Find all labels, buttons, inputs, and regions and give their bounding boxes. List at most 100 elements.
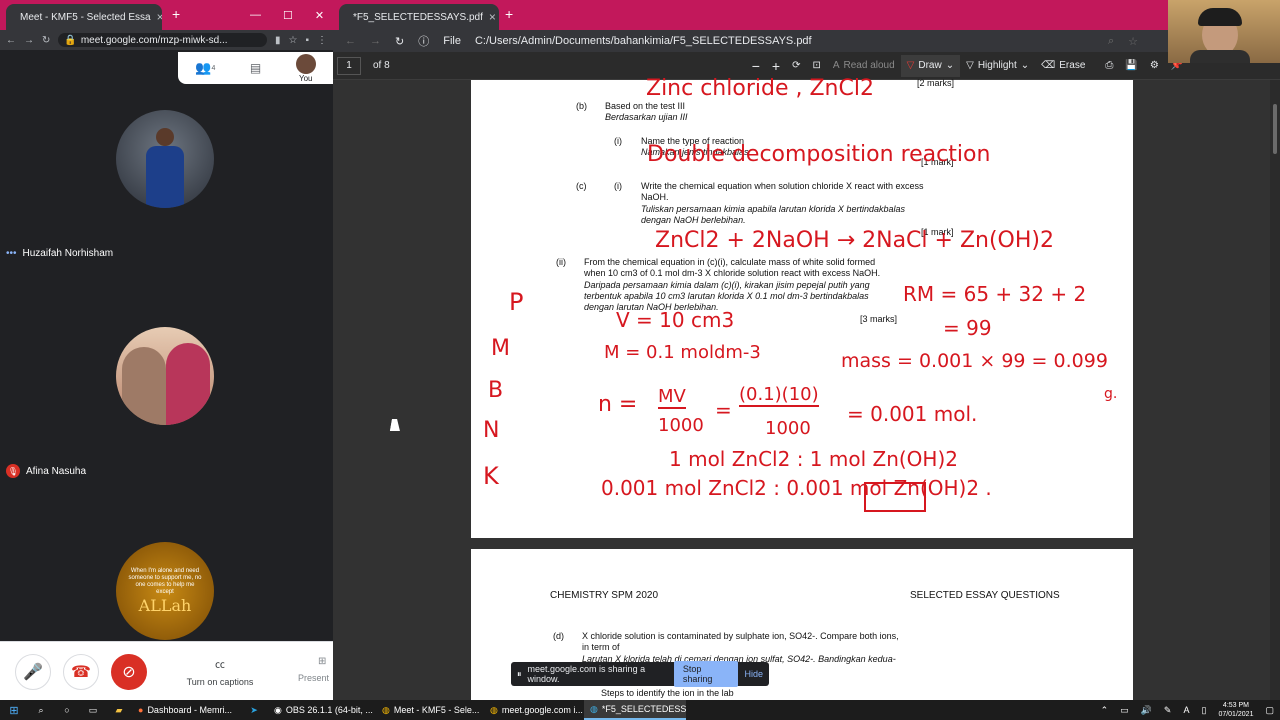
self-view[interactable]: You xyxy=(295,53,316,83)
highlight-label: Highlight xyxy=(977,60,1017,71)
ink-fraction-num: (0.1)(10) xyxy=(739,384,819,407)
highlight-icon: ▽ xyxy=(966,60,974,71)
meet-tab[interactable]: Meet - KMF5 - Selected Essa × xyxy=(6,4,162,30)
lock-icon: 🔒 xyxy=(64,34,77,46)
hangup-icon: ☎ xyxy=(71,664,91,681)
reload-icon[interactable]: ↻ xyxy=(42,35,50,46)
ink-rm: RM = 65 + 32 + 2 xyxy=(903,282,1087,306)
print-icon[interactable]: ⎙ xyxy=(1099,60,1119,71)
ink-fraction-den: 1000 xyxy=(765,418,811,439)
pdf-tab[interactable]: *F5_SELECTEDESSAYS.pdf × xyxy=(339,4,499,30)
captions-button[interactable]: ㏄ Turn on captions xyxy=(180,656,260,687)
forward-icon[interactable]: → xyxy=(370,35,381,47)
taskbar-app[interactable]: ● Dashboard - Memri... xyxy=(132,700,240,720)
file-path[interactable]: C:/Users/Admin/Documents/bahankimia/F5_S… xyxy=(475,35,812,47)
menu-icon[interactable]: ⋮ xyxy=(317,35,327,46)
forward-icon[interactable]: → xyxy=(24,35,34,46)
hide-button[interactable]: Hide xyxy=(744,669,763,679)
ink-molarity: M = 0.1 moldm-3 xyxy=(604,342,761,363)
reload-icon[interactable]: ↻ xyxy=(395,35,404,48)
draw-button[interactable]: ▽ Draw ⌄ xyxy=(900,54,961,77)
sharing-text: meet.google.com is sharing a window. xyxy=(527,664,646,684)
rotate-button[interactable]: ⟳ xyxy=(786,60,806,71)
close-window-icon[interactable]: ✕ xyxy=(315,9,324,22)
search-icon[interactable]: ⌕ xyxy=(28,700,54,720)
question-text-ms: Berdasarkan ujian III xyxy=(605,112,688,122)
zoom-in-button[interactable]: + xyxy=(766,58,786,74)
notification-icon[interactable]: ▢ xyxy=(1259,700,1280,720)
question-text: Based on the test III xyxy=(605,101,686,111)
taskbar-app[interactable]: ◍*F5_SELECTEDESSA... xyxy=(584,700,686,720)
mic-icon: 🎤 xyxy=(23,664,43,681)
meet-top-bar: 👥 4 ▤ You xyxy=(178,52,333,84)
camera-icon[interactable]: ▮ xyxy=(275,35,281,46)
present-button[interactable]: ⊞ Present xyxy=(298,656,333,683)
cortana-icon[interactable]: ○ xyxy=(54,700,80,720)
taskbar-app[interactable]: ◍ meet.google.com i... xyxy=(484,700,584,720)
network-icon[interactable]: ▭ xyxy=(1114,700,1135,720)
favorite-icon[interactable]: ☆ xyxy=(1128,35,1138,48)
start-button[interactable]: ⊞ xyxy=(0,700,28,720)
pen-icon[interactable]: ✎ xyxy=(1158,700,1178,720)
participant-label: ••• Huzaifah Norhisham xyxy=(6,248,113,259)
read-aloud-button[interactable]: A Read aloud xyxy=(827,60,901,71)
url-field[interactable]: 🔒 meet.google.com/mzp-miwk-sd... xyxy=(58,33,267,47)
participant-avatar xyxy=(116,110,214,208)
question-text: X chloride solution is contaminated by s… xyxy=(582,631,899,641)
page-total: of 8 xyxy=(373,60,390,71)
zoom-icon[interactable]: ⌕ xyxy=(1108,35,1114,48)
page-number-input[interactable]: 1 xyxy=(337,56,361,75)
people-button[interactable]: 👥 4 xyxy=(195,60,215,76)
save-icon[interactable]: 💾 xyxy=(1119,60,1143,71)
draw-label: Draw xyxy=(918,60,942,71)
new-tab-button[interactable]: + xyxy=(172,6,180,22)
clock[interactable]: 4:53 PM 07/01/2021 xyxy=(1212,700,1259,720)
ink-ratio: 1 mol ZnCl2 : 1 mol Zn(OH)2 xyxy=(669,447,958,471)
mic-button[interactable]: 🎤 xyxy=(15,654,51,690)
meet-address-bar: ← → ↻ 🔒 meet.google.com/mzp-miwk-sd... ▮… xyxy=(0,30,333,50)
back-icon[interactable]: ← xyxy=(345,35,356,47)
ink-fraction-num: MV xyxy=(658,386,686,409)
star-icon[interactable]: ☆ xyxy=(288,35,297,46)
webcam-overlay xyxy=(1168,0,1280,63)
fit-page-button[interactable]: ⊡ xyxy=(806,60,826,71)
camera-off-button[interactable]: ⊘ xyxy=(111,654,147,690)
zoom-out-button[interactable]: − xyxy=(746,58,766,74)
ink-equation: ZnCl2 + 2NaOH → 2NaCl + Zn(OH)2 xyxy=(655,228,1054,253)
back-icon[interactable]: ← xyxy=(6,35,16,46)
close-tab-icon[interactable]: × xyxy=(157,10,162,24)
highlight-button[interactable]: ▽ Highlight ⌄ xyxy=(960,60,1035,71)
question-text-ms: terbentuk apabila 10 cm3 larutan klorida… xyxy=(584,291,869,301)
taskbar-app[interactable]: ◍ Meet - KMF5 - Sele... xyxy=(376,700,484,720)
task-view-icon[interactable]: ▭ xyxy=(80,700,106,720)
file-explorer-icon[interactable]: ▰ xyxy=(106,700,132,720)
edge-icon: ◍ xyxy=(590,703,598,714)
ink-letter: K xyxy=(483,462,499,490)
telegram-icon[interactable]: ➤ xyxy=(240,700,268,720)
battery-icon[interactable]: ▯ xyxy=(1195,700,1212,720)
stop-sharing-button[interactable]: Stop sharing xyxy=(673,661,739,687)
close-tab-icon[interactable]: × xyxy=(489,10,496,24)
volume-icon[interactable]: 🔊 xyxy=(1135,700,1158,720)
language-indicator[interactable]: A xyxy=(1177,700,1195,720)
extension-icon[interactable]: ▪ xyxy=(305,35,309,46)
minimize-icon[interactable]: — xyxy=(250,9,261,21)
maximize-icon[interactable]: ☐ xyxy=(283,9,293,22)
question-text-ms: dengan NaOH berlebihan. xyxy=(641,215,746,225)
chat-icon[interactable]: ▤ xyxy=(250,61,261,75)
erase-button[interactable]: ⌫ Erase xyxy=(1035,60,1091,71)
marks-label: [2 marks] xyxy=(917,78,955,88)
pdf-scrollbar[interactable] xyxy=(1270,80,1280,700)
pdf-tab-title: *F5_SELECTEDESSAYS.pdf xyxy=(353,11,483,23)
ink-volume: V = 10 cm3 xyxy=(616,308,735,332)
taskbar: ⊞ ⌕ ○ ▭ ▰ ● Dashboard - Memri... ➤ ◉ OBS 2… xyxy=(0,700,1280,720)
settings-icon[interactable]: ⚙ xyxy=(1144,60,1165,71)
question-label: (ii) xyxy=(556,257,566,267)
question-label: (c) xyxy=(576,181,587,191)
ink-fraction-den: 1000 xyxy=(658,415,704,436)
captions-label: Turn on captions xyxy=(186,677,254,687)
tray-chevron-icon[interactable]: ⌃ xyxy=(1095,700,1115,720)
taskbar-app[interactable]: ◉ OBS 26.1.1 (64-bit, ... xyxy=(268,700,376,720)
new-tab-button[interactable]: + xyxy=(505,6,513,22)
leave-call-button[interactable]: ☎ xyxy=(63,654,99,690)
